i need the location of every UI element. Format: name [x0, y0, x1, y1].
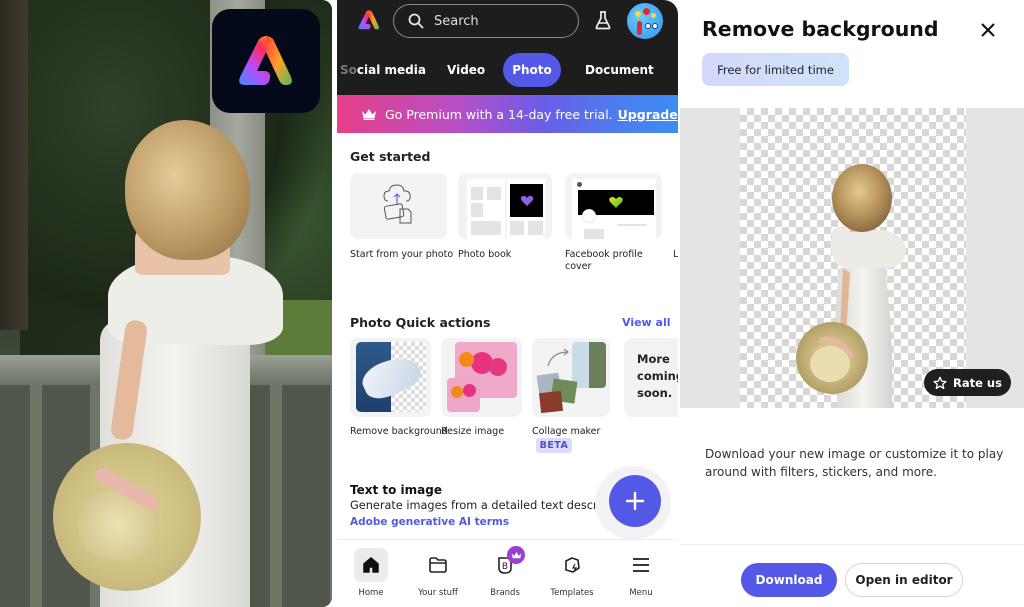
cloud-upload-photo-icon	[383, 184, 412, 224]
curved-arrow-icon	[547, 348, 569, 367]
app-header: Search So cial media Video Photo Documen…	[337, 0, 678, 95]
text-to-image-title: Text to image	[350, 483, 442, 497]
crown-icon	[362, 109, 376, 120]
premium-text: Go Premium with a 14-day free trial.	[385, 106, 613, 122]
beta-badge: BETA	[536, 438, 572, 453]
avatar[interactable]	[627, 3, 663, 39]
flask-icon[interactable]	[595, 10, 611, 30]
get-started-title: Get started	[350, 149, 431, 164]
heart-icon	[609, 196, 623, 208]
card-label: Photo book	[458, 249, 512, 260]
search-input[interactable]: Search	[393, 4, 579, 38]
generative-ai-terms-link[interactable]: Adobe generative AI terms	[350, 516, 509, 528]
image-preview	[680, 108, 1024, 408]
open-in-editor-button[interactable]: Open in editor	[845, 563, 963, 597]
menu-icon	[633, 558, 649, 572]
plus-icon	[625, 491, 645, 511]
nav-templates[interactable]: Templates	[539, 548, 605, 606]
photo-book-left-page	[467, 179, 505, 239]
facebook-cover-preview	[572, 179, 656, 239]
more-coming-soon-text: More coming soon.	[637, 352, 678, 400]
card-label: Start from your photo	[350, 249, 454, 260]
card-start-from-photo[interactable]	[350, 173, 447, 239]
close-button[interactable]	[977, 19, 999, 41]
cutout-subject-image	[796, 164, 906, 408]
card-label: Collage maker	[532, 426, 601, 437]
tab-photo[interactable]: Photo	[503, 53, 561, 87]
quick-action-resize-image[interactable]	[441, 338, 522, 417]
heart-icon	[520, 195, 533, 206]
card-label: Remove background	[350, 426, 448, 437]
search-placeholder: Search	[434, 13, 479, 29]
panel-description: Download your new image or customize it …	[705, 447, 1004, 479]
create-fab-button[interactable]	[609, 475, 661, 527]
adobe-express-logo-icon[interactable]	[357, 9, 381, 31]
crown-icon	[511, 551, 521, 558]
remove-background-panel: Remove background Free for limited time	[680, 0, 1024, 607]
star-icon	[933, 376, 947, 389]
card-photo-book[interactable]	[458, 173, 552, 239]
templates-icon	[565, 557, 580, 573]
category-tabs: So cial media Video Photo Document	[337, 52, 678, 88]
composite-screenshot: Search So cial media Video Photo Documen…	[0, 0, 1024, 607]
tree-trunk	[0, 0, 28, 330]
tab-document[interactable]: Document	[585, 53, 654, 87]
photo-book-right-page	[507, 179, 545, 239]
divider	[680, 544, 1024, 545]
tab-video[interactable]: Video	[447, 53, 485, 87]
folder-icon	[429, 557, 447, 573]
nav-home[interactable]: Home	[338, 548, 404, 606]
home-icon	[363, 557, 379, 573]
adobe-express-logo-icon	[239, 36, 292, 85]
premium-banner[interactable]: Go Premium with a 14-day free trial. Upg…	[337, 95, 678, 133]
card-label: Resize image	[441, 426, 505, 437]
text-to-image-description: Generate images from a detailed text des…	[350, 499, 630, 512]
adobe-express-home-screen: Search So cial media Video Photo Documen…	[337, 0, 678, 607]
adobe-express-app-icon	[212, 9, 320, 113]
quick-action-remove-background[interactable]	[350, 338, 431, 417]
panel-title: Remove background	[702, 17, 939, 41]
woman-hair	[125, 120, 250, 260]
rate-us-button[interactable]: Rate us	[924, 369, 1011, 396]
card-label: Facebook profile cover	[565, 249, 643, 272]
premium-crown-badge	[507, 546, 525, 564]
search-icon	[408, 13, 424, 29]
close-icon	[981, 23, 995, 37]
nav-menu[interactable]: Menu	[608, 548, 674, 606]
tab-social-media[interactable]: So cial media	[340, 53, 426, 87]
card-facebook-cover[interactable]	[565, 173, 662, 239]
svg-text:B: B	[502, 562, 508, 572]
quick-action-collage-maker[interactable]	[532, 338, 610, 417]
view-all-link[interactable]: View all	[622, 316, 671, 329]
quick-actions-title: Photo Quick actions	[350, 315, 491, 330]
nav-your-stuff[interactable]: Your stuff	[405, 548, 471, 606]
upgrade-link[interactable]: Upgrade	[618, 107, 678, 122]
download-button[interactable]: Download	[741, 563, 837, 597]
card-label: L	[673, 249, 678, 260]
free-limited-time-badge: Free for limited time	[702, 53, 849, 86]
nav-brands[interactable]: B Brands	[472, 548, 538, 606]
